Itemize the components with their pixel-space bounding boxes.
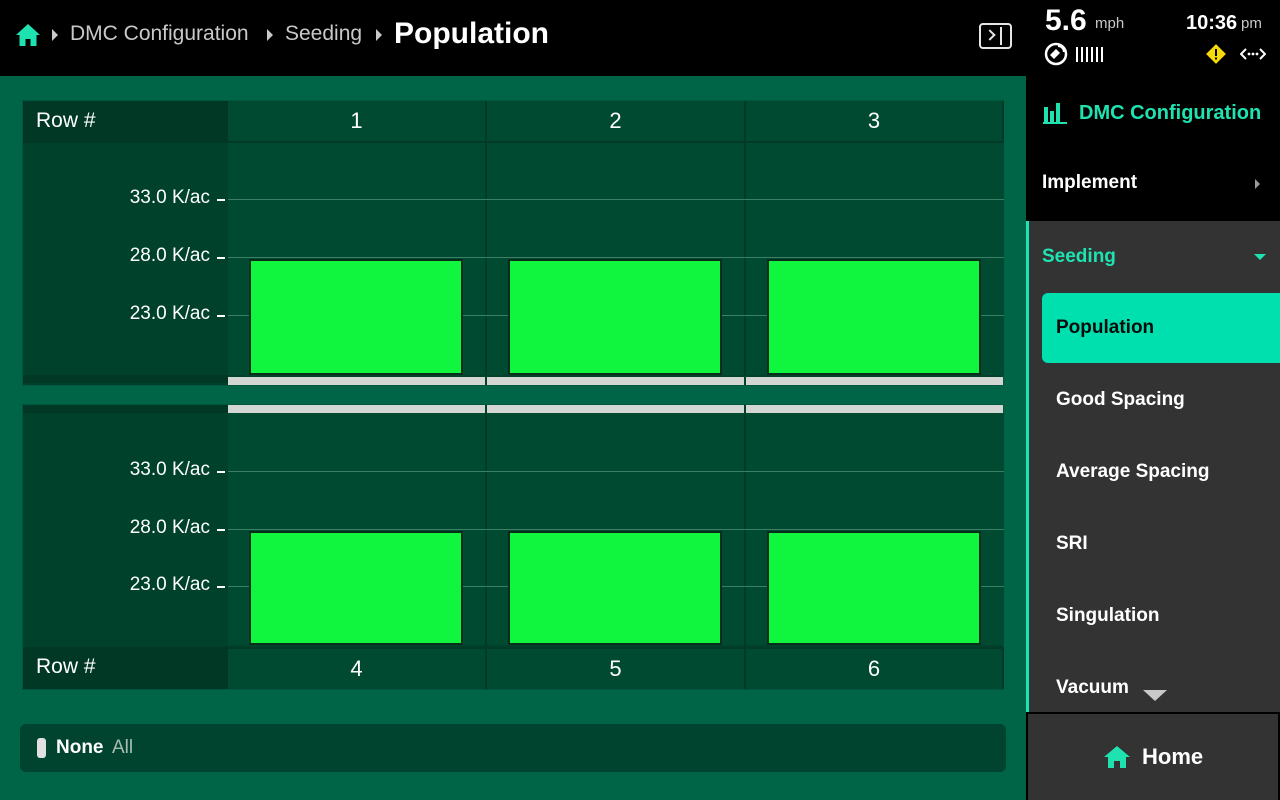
- population-bar-row-1[interactable]: [249, 259, 463, 375]
- page-title: Population: [394, 17, 549, 50]
- sidebar-title: DMC Configuration: [1079, 102, 1262, 124]
- sidebar-title-row: DMC Configuration: [1026, 76, 1280, 148]
- breadcrumb-separator-icon: [376, 29, 382, 41]
- row-header-label: Row #: [36, 655, 96, 678]
- sidebar-item-label: Seeding: [1042, 246, 1116, 267]
- sidebar: DMC Configuration Implement Seeding Popu…: [1026, 76, 1280, 712]
- sidebar-item-label: Implement: [1042, 172, 1138, 193]
- signal-bars: [1076, 47, 1106, 62]
- row-number-1: 1: [228, 101, 487, 143]
- breadcrumb-dmc-configuration[interactable]: DMC Configuration: [70, 22, 249, 46]
- sidebar-item-good-spacing[interactable]: Good Spacing: [1042, 365, 1280, 435]
- population-chart-top: Row # 1 2 3 33.0 K/ac 28.0 K/ac 23.0 K/a…: [22, 100, 1004, 386]
- sidebar-item-label: Vacuum: [1056, 677, 1129, 698]
- tick-label: 28.0 K/ac: [129, 517, 210, 538]
- status-area: 5.6 mph 10:36 pm: [1026, 0, 1280, 76]
- gridline: [228, 471, 1004, 472]
- row-number-5: 5: [487, 647, 746, 689]
- population-bar-row-2[interactable]: [508, 259, 722, 375]
- row-header: Row #: [23, 101, 228, 143]
- row-number-6: 6: [746, 647, 1004, 689]
- row-number-4: 4: [228, 647, 487, 689]
- sidebar-item-average-spacing[interactable]: Average Spacing: [1042, 437, 1280, 507]
- speed-unit: mph: [1095, 15, 1125, 32]
- population-bar-row-6[interactable]: [767, 530, 981, 645]
- seeding-section: Seeding Population Good Spacing Average …: [1026, 221, 1280, 712]
- main-content: Row # 1 2 3 33.0 K/ac 28.0 K/ac 23.0 K/a…: [0, 76, 1026, 800]
- population-bar-row-4[interactable]: [249, 530, 463, 645]
- sidebar-item-singulation[interactable]: Singulation: [1042, 581, 1280, 651]
- clock-ampm: pm: [1241, 15, 1262, 32]
- breadcrumb-separator-icon: [52, 29, 58, 41]
- tick-label: 28.0 K/ac: [129, 245, 210, 266]
- breadcrumb-seeding[interactable]: Seeding: [285, 22, 362, 46]
- gridline: [228, 257, 1004, 258]
- breadcrumb-separator-icon: [267, 29, 273, 41]
- top-bar: DMC Configuration Seeding Population: [0, 0, 1026, 76]
- panel-toggle-button[interactable]: [979, 23, 1012, 49]
- speed-value: 5.6: [1045, 4, 1087, 37]
- sidebar-item-label: Singulation: [1056, 605, 1160, 626]
- sidebar-item-sri[interactable]: SRI: [1042, 509, 1280, 579]
- sidebar-item-population[interactable]: Population: [1042, 293, 1280, 363]
- tick-label: 33.0 K/ac: [129, 459, 210, 480]
- sidebar-item-label: Good Spacing: [1056, 389, 1185, 410]
- warning-icon[interactable]: [1205, 43, 1227, 65]
- row-divider: [487, 405, 744, 413]
- sidebar-item-vacuum[interactable]: Vacuum: [1042, 653, 1280, 712]
- row-divider: [746, 405, 1003, 413]
- row-header: Row #: [23, 647, 228, 689]
- home-button-label: Home: [1142, 744, 1204, 769]
- scroll-down-icon[interactable]: [1143, 690, 1167, 701]
- home-button[interactable]: Home: [1028, 714, 1278, 800]
- row-number-2: 2: [487, 101, 746, 143]
- filter-all-option[interactable]: All: [112, 737, 133, 759]
- filter-toggle[interactable]: [37, 738, 46, 758]
- row-divider: [228, 405, 485, 413]
- gridline: [228, 199, 1004, 200]
- sidebar-item-label: Population: [1056, 317, 1155, 338]
- tick-label: 23.0 K/ac: [129, 303, 210, 324]
- row-filter-bar[interactable]: None All: [20, 724, 1006, 772]
- clock-time: 10:36: [1186, 12, 1238, 34]
- gps-icon[interactable]: [1044, 42, 1068, 66]
- row-number-3: 3: [746, 101, 1004, 143]
- sidebar-item-implement[interactable]: Implement: [1026, 148, 1280, 220]
- population-bar-row-3[interactable]: [767, 259, 981, 375]
- tick-label: 33.0 K/ac: [129, 187, 210, 208]
- filter-none-option[interactable]: None: [56, 737, 104, 759]
- home-icon[interactable]: [15, 22, 41, 48]
- row-header-label: Row #: [36, 109, 96, 132]
- sidebar-item-label: SRI: [1056, 533, 1088, 554]
- population-bar-row-5[interactable]: [508, 530, 722, 645]
- sidebar-item-label: Average Spacing: [1056, 461, 1210, 482]
- row-divider: [746, 377, 1003, 385]
- row-divider: [228, 377, 485, 385]
- home-icon: [1104, 746, 1130, 768]
- chevron-right-icon: [1255, 179, 1260, 189]
- connection-icon[interactable]: [1240, 45, 1266, 63]
- tick-label: 23.0 K/ac: [129, 574, 210, 595]
- chevron-down-icon: [1254, 254, 1266, 260]
- bar-chart-icon: [1043, 103, 1067, 124]
- row-divider: [487, 377, 744, 385]
- chevron-right-icon: [984, 29, 996, 41]
- population-chart-bottom: 33.0 K/ac 28.0 K/ac 23.0 K/ac Row # 4 5 …: [22, 404, 1004, 690]
